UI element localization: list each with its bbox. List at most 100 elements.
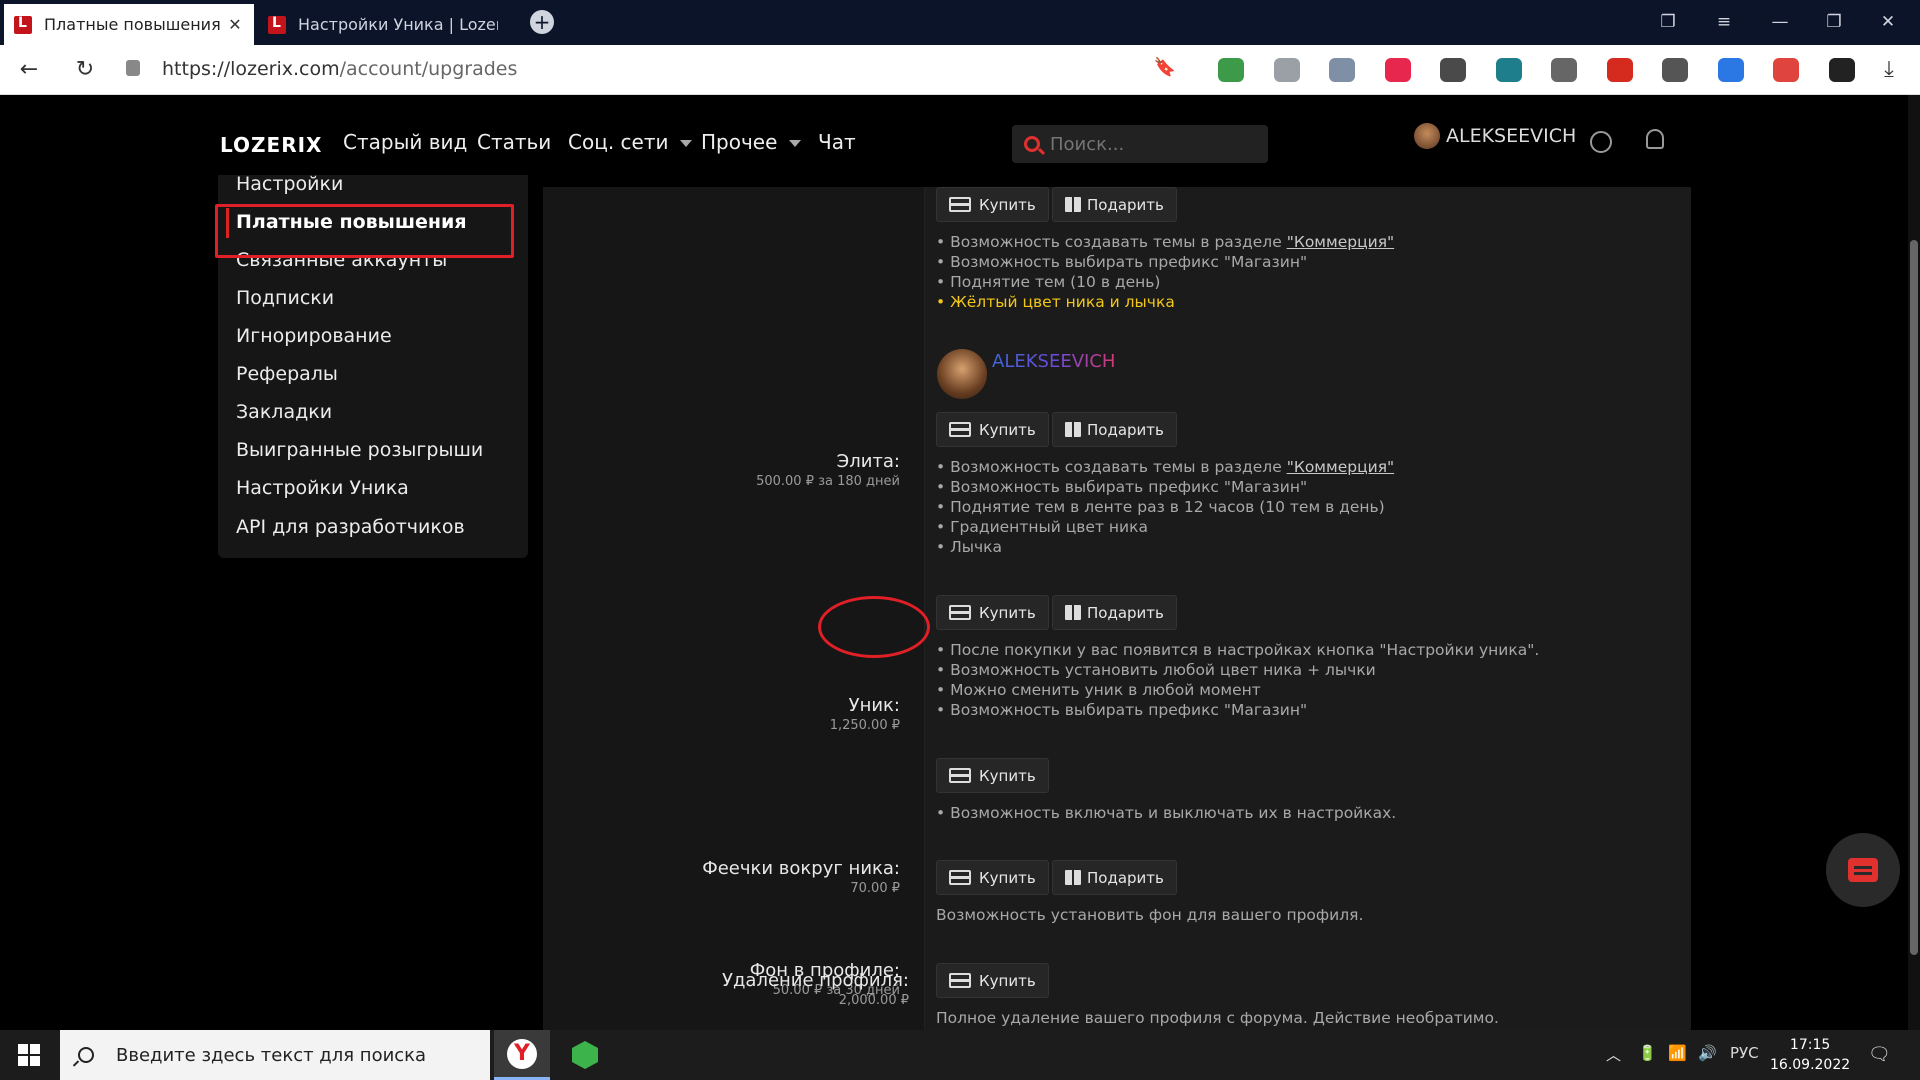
buy-button[interactable]: Купить [936,187,1049,222]
feature-item: • Лычка [936,538,1002,556]
robot-icon[interactable] [1495,58,1522,82]
upgrade-delete-label: Удаление профиля: 2,000.00 ₽ [0,970,909,1008]
new-tab-button[interactable]: + [530,10,554,34]
reload-icon[interactable]: ↻ [70,57,100,82]
nav-old-view[interactable]: Старый вид [343,130,467,154]
collections-icon[interactable]: ❐ [1656,12,1680,32]
shield-green-icon[interactable] [1218,58,1244,82]
feature-item: • Возможность создавать темы в разделе "… [936,458,1395,476]
user-menu[interactable]: ALEKSEEVICH [1414,123,1576,149]
tab-paid-upgrades[interactable]: Платные повышения | L ✕ [4,4,254,45]
nav-chat[interactable]: Чат [818,130,856,154]
bookmark-icon[interactable]: 🔖 [1150,57,1180,78]
wifi-icon[interactable]: 📶 [1668,1044,1687,1062]
incognito-icon[interactable] [1662,58,1688,82]
close-window-icon[interactable]: ✕ [1876,12,1900,32]
bell-icon[interactable] [1646,129,1664,149]
annotation-highlight-circle [818,596,930,658]
sidebar-item-giveaways[interactable]: Выигранные розыгрыши [236,439,483,461]
taskbar-yandex-browser[interactable]: Y [494,1030,550,1080]
address-bar: ← ↻ https://lozerix.com/account/upgrades… [0,45,1920,95]
lozerix-favicon-icon [14,15,32,34]
windows-start-icon[interactable] [18,1044,40,1066]
gift-button[interactable]: Подарить [1052,187,1177,222]
feature-item: • После покупки у вас появится в настрой… [936,641,1540,659]
search-icon [1024,136,1040,152]
vk-icon[interactable] [1384,58,1411,82]
block-icon[interactable] [1773,58,1799,82]
url-field[interactable]: https://lozerix.com/account/upgrades [162,58,517,80]
feature-item: • Возможность выбирать префикс "Магазин" [936,478,1308,496]
nav-social[interactable]: Соц. сети [568,130,693,154]
feature-item: • Можно сменить уник в любой момент [936,681,1261,699]
language-indicator[interactable]: РУС [1730,1044,1759,1062]
search-input[interactable] [1050,133,1250,155]
minimize-icon[interactable]: — [1768,12,1792,32]
calendar-icon[interactable] [1717,58,1744,82]
chevron-down-icon [680,140,693,147]
ip-icon[interactable] [1551,58,1577,82]
restore-icon[interactable]: ❐ [1822,12,1846,32]
feature-item: • Возможность выбирать префикс "Магазин" [936,253,1308,271]
sidebar-item-api[interactable]: API для разработчиков [236,516,465,538]
sync-icon[interactable] [1440,58,1466,82]
tab-title: Платные повышения | L [44,15,226,34]
buy-button[interactable]: Купить [936,860,1049,895]
flag-ru-icon[interactable] [1606,58,1633,82]
tray-chevron-up-icon[interactable]: ︿ [1606,1044,1621,1065]
privacy-shield-icon[interactable] [1329,58,1355,82]
taskbar-app-cube[interactable] [557,1030,613,1080]
sidebar-item-subscriptions[interactable]: Подписки [236,287,334,309]
windows-taskbar: Введите здесь текст для поиска Y ︿ 🔋 📶 🔊… [0,1030,1920,1080]
site-search[interactable] [1012,125,1268,163]
taskbar-search[interactable]: Введите здесь текст для поиска [60,1030,490,1080]
credit-card-icon [949,768,971,783]
gift-button[interactable]: Подарить [1052,412,1177,447]
buy-button[interactable]: Купить [936,963,1049,998]
scroll-thumb[interactable] [1910,240,1918,955]
credit-card-icon [949,870,971,885]
volume-icon[interactable]: 🔊 [1698,1044,1717,1062]
battery-icon[interactable] [1828,58,1855,82]
sidebar-item-unik-settings[interactable]: Настройки Уника [236,477,409,499]
lock-icon[interactable] [126,60,140,76]
upgrade-price: 1,250.00 ₽ [829,718,900,733]
gift-button[interactable]: Подарить [1052,860,1177,895]
sidebar-item-ignore[interactable]: Игнорирование [236,325,392,347]
feature-item: • Поднятие тем в ленте раз в 12 часов (1… [936,498,1385,516]
battery-icon[interactable]: 🔋 [1638,1044,1657,1062]
buy-button[interactable]: Купить [936,595,1049,630]
tab-unik-settings[interactable]: Настройки Уника | Lozerix [258,4,508,45]
sidebar-item-settings[interactable]: Настройки [236,173,343,195]
sidebar-item-bookmarks[interactable]: Закладки [236,401,332,423]
feature-item: • Возможность создавать темы в разделе "… [936,233,1395,251]
menu-icon[interactable]: ≡ [1712,12,1736,32]
chat-button[interactable] [1826,833,1900,907]
buy-button[interactable]: Купить [936,758,1049,793]
conversations-icon[interactable] [1590,131,1612,153]
feature-item: Полное удаление вашего профиля с форума.… [936,1009,1499,1027]
yandex-browser-icon: Y [507,1038,537,1069]
nav-other[interactable]: Прочее [701,130,802,154]
mouse-icon[interactable] [1273,58,1300,82]
download-icon[interactable]: ⤓ [1874,57,1904,82]
username: ALEKSEEVICH [1446,125,1577,147]
close-tab-icon[interactable]: ✕ [226,15,244,34]
page-scrollbar[interactable] [1908,95,1920,1030]
credit-card-icon [949,422,971,437]
lozerix-favicon-icon [268,15,286,34]
commerce-link[interactable]: "Коммерция" [1287,233,1394,251]
sidebar-item-referrals[interactable]: Рефералы [236,363,338,385]
feature-item: • Градиентный цвет ника [936,518,1148,536]
nav-articles[interactable]: Статьи [477,130,551,154]
gift-button[interactable]: Подарить [1052,595,1177,630]
site-logo[interactable]: LOZERIX [220,133,322,157]
notifications-icon[interactable]: 🗨 [1868,1044,1891,1065]
buy-button[interactable]: Купить [936,412,1049,447]
commerce-link[interactable]: "Коммерция" [1287,458,1394,476]
upgrade-sparkles-label: Феечки вокруг ника: 70.00 ₽ [702,858,900,896]
chat-icon [1848,858,1878,882]
back-icon[interactable]: ← [14,57,44,82]
feature-item: • Возможность включать и выключать их в … [936,804,1397,822]
taskbar-clock[interactable]: 17:15 16.09.2022 [1770,1035,1850,1075]
